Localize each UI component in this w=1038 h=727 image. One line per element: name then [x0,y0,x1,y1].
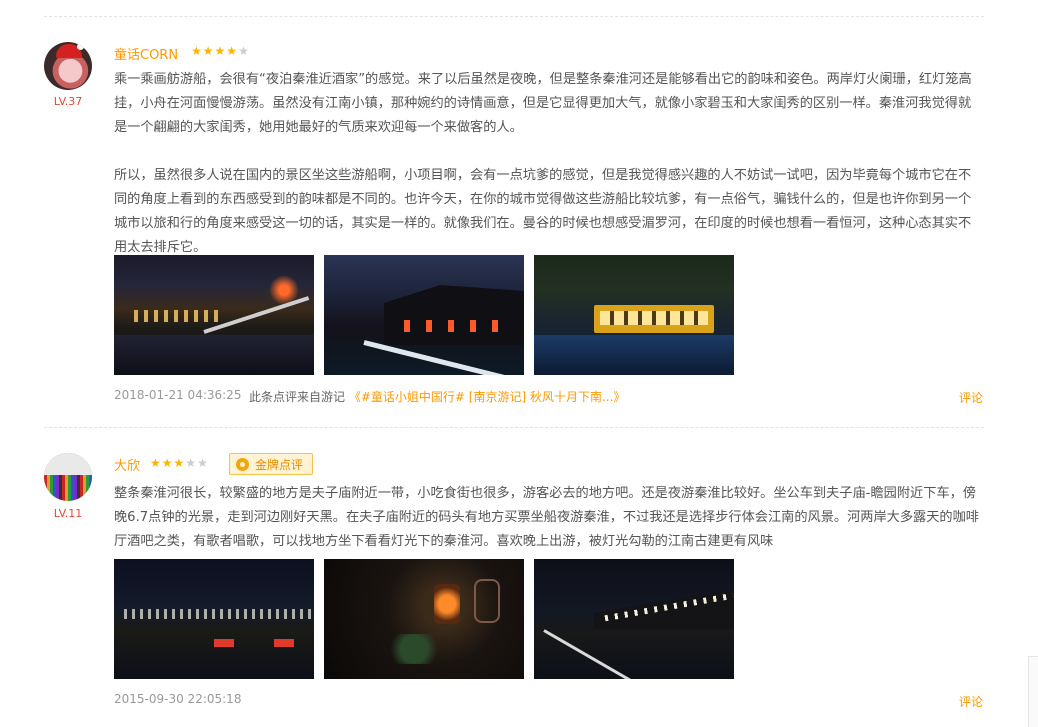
review-photo[interactable] [114,255,314,375]
star-icon: ★ [173,456,185,470]
username[interactable]: 大欣 [114,455,140,474]
review-photo[interactable] [324,255,524,375]
star-icon: ★ [191,44,202,58]
comment-button[interactable]: 评论 [959,389,983,406]
review-date: 2018-01-21 04:36:25 [114,388,242,402]
avatar[interactable] [44,42,92,90]
star-icon: ★ [226,44,238,58]
review-photo[interactable] [534,255,734,375]
rating-stars: ★ ★ ★ ★ ★ [150,456,208,470]
travelogue-link[interactable]: 《#童话小姐中国行# [南京游记] 秋风十月下南...》 [349,390,626,404]
gold-review-badge: 金牌点评 [229,453,314,475]
star-icon: ★ [150,456,161,470]
avatar-graphic [44,453,92,475]
top-divider [44,16,984,17]
star-icon: ★ [214,44,226,58]
review-source: 此条点评来自游记 《#童话小姐中国行# [南京游记] 秋风十月下南...》 [249,388,625,405]
review-photo[interactable] [534,559,734,679]
comment-button[interactable]: 评论 [959,693,983,710]
badge-label: 金牌点评 [255,457,304,472]
review-text: 乘一乘画舫游船，会很有“夜泊秦淮近酒家”的感觉。来了以后虽然是夜晚，但是整条秦淮… [114,68,984,260]
hat-pom-graphic [77,43,84,50]
review-paragraph: 所以，虽然很多人说在国内的景区坐这些游船啊，小项目啊，会有一点坑爹的感觉，但是我… [114,168,972,255]
review-paragraph: 乘一乘画舫游船，会很有“夜泊秦淮近酒家”的感觉。来了以后虽然是夜晚，但是整条秦淮… [114,72,972,135]
floating-sidebar-edge[interactable] [1028,656,1038,727]
review-divider [44,427,984,428]
user-level: LV.11 [53,507,83,520]
star-icon: ★ [202,44,214,58]
review-paragraph: 整条秦淮河很长，较繁盛的地方是夫子庙附近一带，小吃食街也很多，游客必去的地方吧。… [114,486,979,549]
review-photo[interactable] [114,559,314,679]
source-prefix: 此条点评来自游记 [249,390,346,404]
avatar[interactable] [44,453,92,501]
rating-stars: ★ ★ ★ ★ ★ [191,44,249,58]
user-level: LV.37 [53,95,83,108]
star-icon: ★ [238,44,249,58]
review-text: 整条秦淮河很长，较繁盛的地方是夫子庙附近一带，小吃食街也很多，游客必去的地方吧。… [114,482,984,554]
medal-icon [236,457,249,471]
review-date: 2015-09-30 22:05:18 [114,692,242,706]
star-icon: ★ [197,456,208,470]
star-icon: ★ [161,456,173,470]
star-icon: ★ [185,456,197,470]
username[interactable]: 童话CORN [114,44,178,63]
review-photo[interactable] [324,559,524,679]
